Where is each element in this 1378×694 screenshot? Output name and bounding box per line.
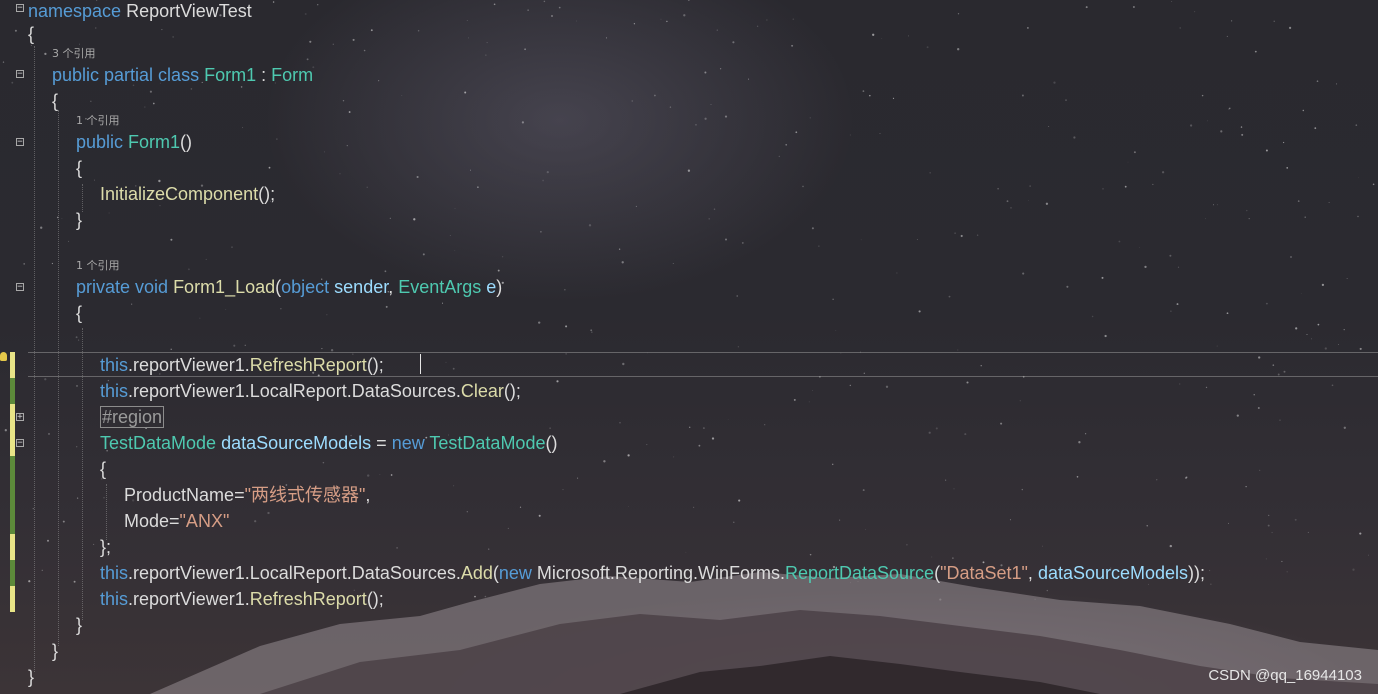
indent-guide <box>82 184 83 212</box>
code-line-initializer-open: { <box>100 459 107 479</box>
code-line-namespace: namespace ReportViewTest <box>28 1 252 21</box>
change-marker-saved <box>10 560 15 586</box>
collapse-method-icon[interactable]: − <box>16 283 24 292</box>
change-marker-unsaved <box>10 586 15 612</box>
code-line-form-load-close: } <box>76 615 83 635</box>
code-line-refresh-report-2: this.reportViewer1.RefreshReport(); <box>100 589 384 609</box>
csdn-watermark: CSDN @qq_16944103 <box>1208 667 1362 684</box>
collapsed-region-box[interactable]: #region <box>100 406 165 428</box>
expand-region-icon[interactable]: + <box>16 413 24 422</box>
code-line-initialize-component: InitializeComponent(); <box>100 184 276 204</box>
code-line-class-declaration: public partial class Form1 : Form <box>52 65 314 85</box>
code-line-refresh-report-1: this.reportViewer1.RefreshReport(); <box>100 355 384 375</box>
change-marker-saved <box>10 456 15 534</box>
current-line-border-bottom <box>28 376 1378 377</box>
code-line-class-close: } <box>52 641 59 661</box>
code-line-constructor-open: { <box>76 158 83 178</box>
codelens-constructor-references[interactable]: 1 个引用 <box>76 114 120 128</box>
code-line-add-datasource: this.reportViewer1.LocalReport.DataSourc… <box>100 563 1206 583</box>
editor-gutter: − − − − + − <box>0 0 28 694</box>
code-line-datasource-declaration: TestDataMode dataSourceModels = new Test… <box>100 433 558 453</box>
lightbulb-icon[interactable] <box>0 352 7 361</box>
indent-guide <box>82 328 83 620</box>
change-marker-unsaved <box>10 352 15 378</box>
text-caret <box>420 354 421 374</box>
indent-guide <box>106 484 107 540</box>
code-line-constructor: public Form1() <box>76 132 193 152</box>
code-line-clear-datasources: this.reportViewer1.LocalReport.DataSourc… <box>100 381 521 401</box>
code-line-product-name: ProductName="两线式传感器", <box>124 485 371 505</box>
code-line-form-load-open: { <box>76 303 83 323</box>
indent-guide <box>58 110 59 646</box>
change-marker-unsaved <box>10 404 15 456</box>
collapse-initializer-icon[interactable]: − <box>16 439 24 448</box>
code-line-constructor-close: } <box>76 210 83 230</box>
codelens-load-references[interactable]: 1 个引用 <box>76 259 120 273</box>
codelens-class-references[interactable]: 3 个引用 <box>52 47 96 61</box>
code-line-namespace-close: } <box>28 667 35 687</box>
code-line-mode: Mode="ANX" <box>124 511 230 531</box>
indent-guide <box>34 46 35 672</box>
collapse-class-icon[interactable]: − <box>16 70 24 79</box>
current-line-border-top <box>28 352 1378 353</box>
code-line-initializer-close: }; <box>100 537 112 557</box>
collapse-constructor-icon[interactable]: − <box>16 138 24 147</box>
collapse-namespace-icon[interactable]: − <box>16 4 24 13</box>
change-marker-unsaved <box>10 534 15 560</box>
code-line-form-load: private void Form1_Load(object sender, E… <box>76 277 503 297</box>
code-line-namespace-open: { <box>28 24 35 44</box>
code-line-region[interactable]: #region <box>100 406 165 428</box>
code-line-class-open: { <box>52 91 59 111</box>
code-editor[interactable]: − − − − + − namespace ReportViewTest { 3… <box>0 0 1378 694</box>
change-marker-saved <box>10 378 15 404</box>
